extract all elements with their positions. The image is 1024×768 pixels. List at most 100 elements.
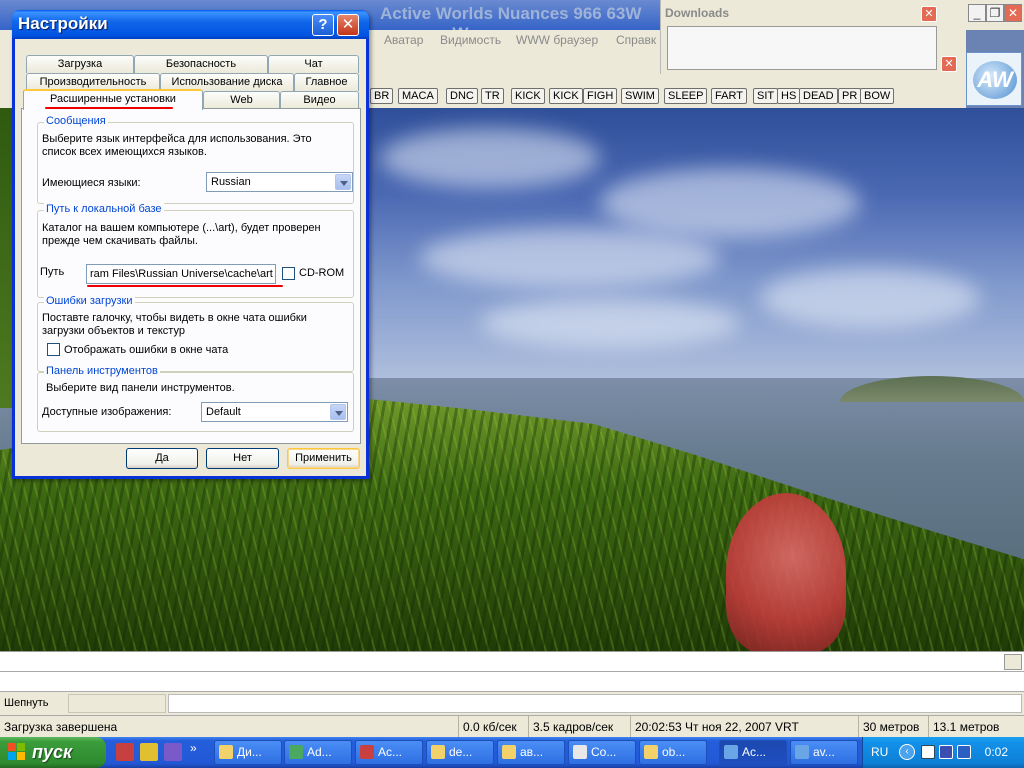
gesture-button[interactable]: TR: [481, 88, 504, 104]
ok-button[interactable]: Да: [126, 448, 198, 469]
downloads-title: Downloads: [665, 6, 730, 20]
taskbar-button-label: av...: [813, 745, 835, 759]
quicklaunch-icon[interactable]: [164, 743, 182, 761]
show-hidden-icons-icon[interactable]: ‹: [899, 744, 915, 760]
quicklaunch-icon[interactable]: [140, 743, 158, 761]
chat-scrollbar[interactable]: [1004, 654, 1022, 670]
whisper-target-select[interactable]: [68, 694, 166, 713]
cdrom-checkbox[interactable]: [282, 267, 295, 280]
taskbar-button-label: de...: [449, 745, 473, 759]
taskbar-button[interactable]: ав...: [497, 740, 565, 765]
toolbar-images-select[interactable]: Default: [201, 402, 348, 422]
downloads-list[interactable]: [667, 26, 937, 70]
taskbar-button[interactable]: Ди...: [214, 740, 282, 765]
apply-button[interactable]: Применить: [287, 448, 360, 469]
gesture-button[interactable]: KICK: [549, 88, 583, 104]
quicklaunch-icon[interactable]: [116, 743, 134, 761]
taskbar-button-label: Ac...: [378, 745, 403, 759]
language-indicator[interactable]: RU: [871, 745, 888, 759]
local-path-description: Каталог на вашем компьютере (...\art), б…: [42, 222, 321, 247]
tab-general[interactable]: Главное: [294, 73, 359, 91]
language-select[interactable]: Russian: [206, 172, 353, 192]
show-errors-checkbox[interactable]: [47, 343, 60, 356]
taskbar-button[interactable]: av...: [790, 740, 858, 765]
menu-visibility[interactable]: Видимость: [440, 33, 501, 47]
avatar-figure[interactable]: [726, 493, 846, 651]
taskbar: пуск » Ди... Ad... Ac... de... ав... Co.…: [0, 737, 1024, 768]
folder-icon: [644, 745, 658, 759]
taskbar-button[interactable]: ob...: [639, 740, 707, 765]
chevron-down-icon[interactable]: [335, 174, 351, 190]
menu-avatar[interactable]: Аватар: [384, 33, 423, 47]
gesture-button[interactable]: SIT: [753, 88, 779, 104]
cancel-button[interactable]: Нет: [206, 448, 279, 469]
messages-description: Выберите язык интерфейса для использован…: [42, 133, 312, 158]
gesture-button[interactable]: HS: [777, 88, 801, 104]
chat-log[interactable]: [0, 651, 1024, 671]
toolbar-description: Выберите вид панели инструментов.: [46, 382, 235, 394]
taskbar-button-label: ob...: [662, 745, 686, 759]
gesture-button[interactable]: FIGH: [583, 88, 618, 104]
minimize-icon[interactable]: _: [968, 4, 986, 22]
tab-web[interactable]: Web: [203, 91, 280, 109]
gesture-button[interactable]: BOW: [860, 88, 895, 104]
dialog-titlebar[interactable]: Настройки ? ✕: [12, 10, 369, 39]
status-datetime: 20:02:53 Чт ноя 22, 2007 VRT: [630, 716, 858, 738]
menu-help[interactable]: Справк: [616, 33, 656, 47]
tab-security[interactable]: Безопасность: [134, 55, 268, 73]
gesture-button[interactable]: PR: [838, 88, 862, 104]
group-toolbar-title: Панель инструментов: [44, 365, 160, 377]
tab-chat[interactable]: Чат: [268, 55, 359, 73]
gesture-button[interactable]: SLEEP: [664, 88, 708, 104]
chevron-down-icon[interactable]: [330, 404, 346, 420]
taskbar-button[interactable]: Ac...: [355, 740, 423, 765]
gesture-button[interactable]: DNC: [446, 88, 478, 104]
gesture-button[interactable]: DEAD: [799, 88, 838, 104]
language-select-value: Russian: [211, 176, 251, 188]
dialog-close-icon[interactable]: ✕: [337, 14, 359, 36]
help-icon[interactable]: ?: [312, 14, 334, 36]
taskbar-button-active[interactable]: Ac...: [719, 740, 787, 765]
aw-icon: [724, 745, 738, 759]
path-label: Путь: [40, 266, 65, 278]
status-fps: 3.5 кадров/сек: [528, 716, 630, 738]
cdrom-label: CD-ROM: [299, 267, 345, 279]
gesture-button[interactable]: KICK: [511, 88, 545, 104]
folder-icon: [431, 745, 445, 759]
group-local-path-title: Путь к локальной базе: [44, 203, 164, 215]
taskbar-button[interactable]: Co...: [568, 740, 636, 765]
group-load-errors-title: Ошибки загрузки: [44, 295, 135, 307]
status-altitude: 13.1 метров: [928, 716, 1024, 738]
gesture-button[interactable]: BR: [370, 88, 394, 104]
clock[interactable]: 0:02: [985, 745, 1008, 759]
system-tray: RU ‹ 0:02: [862, 737, 1024, 768]
aw-icon: [795, 745, 809, 759]
taskbar-button[interactable]: Ad...: [284, 740, 352, 765]
tray-app-icon[interactable]: [957, 745, 971, 759]
cloud: [600, 168, 860, 238]
downloads-close-icon[interactable]: ✕: [921, 6, 937, 22]
cloud: [420, 228, 720, 288]
quicklaunch-overflow-icon[interactable]: »: [190, 741, 197, 755]
taskbar-button[interactable]: de...: [426, 740, 494, 765]
folder-icon: [502, 745, 516, 759]
gesture-button[interactable]: SWIM: [621, 88, 659, 104]
tray-app-icon[interactable]: [939, 745, 953, 759]
tab-download[interactable]: Загрузка: [26, 55, 134, 73]
aw-logo-icon: AW: [973, 61, 1017, 99]
chat-input[interactable]: [0, 671, 1024, 691]
restore-icon[interactable]: ❐: [986, 4, 1004, 22]
whisper-input[interactable]: [168, 694, 1022, 713]
start-label: пуск: [32, 742, 73, 762]
start-button[interactable]: пуск: [0, 737, 106, 768]
path-input[interactable]: ram Files\Russian Universe\cache\art: [86, 264, 276, 284]
tray-app-icon[interactable]: [921, 745, 935, 759]
gesture-button[interactable]: MACA: [398, 88, 438, 104]
tab-video[interactable]: Видео: [280, 91, 359, 109]
gesture-button[interactable]: FART: [711, 88, 747, 104]
panel-close-icon[interactable]: ✕: [941, 56, 957, 72]
cloud: [760, 268, 980, 328]
group-load-errors: Ошибки загрузки Поставте галочку, чтобы …: [37, 295, 354, 372]
close-icon[interactable]: ✕: [1004, 4, 1022, 22]
menu-www-browser[interactable]: WWW браузер: [516, 33, 598, 47]
